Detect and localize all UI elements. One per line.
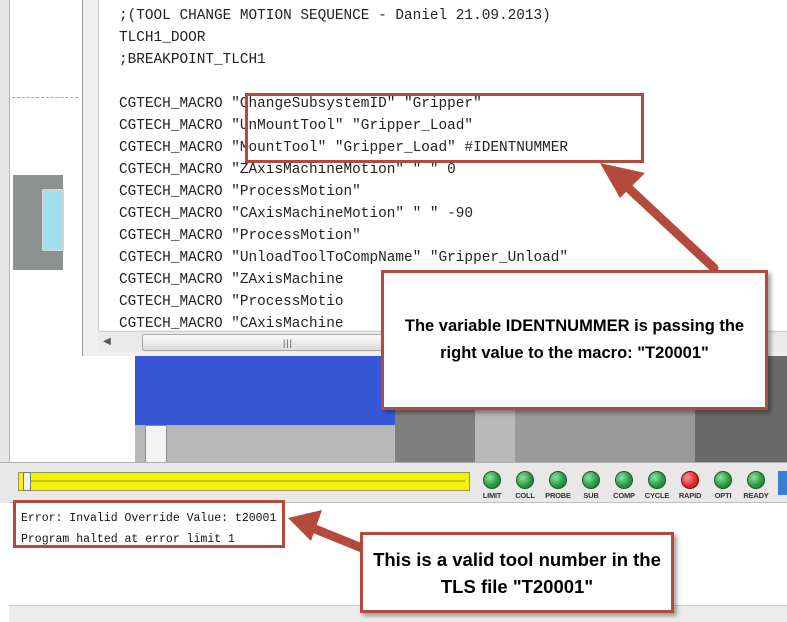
led-limit[interactable]: LIMIT	[476, 471, 508, 500]
slider-handle[interactable]	[23, 472, 31, 491]
led-label: LIMIT	[482, 491, 502, 500]
led-bulb-icon	[648, 471, 666, 489]
led-bulb-icon	[714, 471, 732, 489]
viewport-left-scrollbar[interactable]	[0, 0, 10, 462]
variable-callout: The variable IDENTNUMMER is passing the …	[381, 270, 768, 410]
machine-part-left	[13, 175, 64, 270]
simulation-control-bar: LIMIT COLL PROBE SUB COMP CYCLE RAPID OPTI READY	[0, 462, 787, 503]
grip-icon: |||	[283, 338, 294, 348]
code-line: CGTECH_MACRO "UnloadToolToCompName" "Gri…	[119, 250, 569, 266]
scroll-left-arrow-icon[interactable]: ◀	[100, 335, 114, 349]
viewport-dashed-line	[12, 97, 78, 98]
code-line: CGTECH_MACRO "ProcessMotion"	[119, 228, 361, 244]
led-bulb-icon	[615, 471, 633, 489]
led-label: OPTI	[714, 491, 732, 500]
code-line: CGTECH_MACRO "ProcessMotion"	[119, 184, 361, 200]
variable-callout-text: The variable IDENTNUMMER is passing the …	[404, 317, 745, 362]
led-ready[interactable]: READY	[740, 471, 772, 500]
machine-window-panel	[42, 189, 64, 251]
led-sub[interactable]: SUB	[575, 471, 607, 500]
led-cycle[interactable]: CYCLE	[641, 471, 673, 500]
slider-track	[25, 480, 465, 482]
led-bulb-icon	[681, 471, 699, 489]
led-label: SUB	[583, 491, 599, 500]
tool-number-callout: This is a valid tool number in the TLS f…	[360, 532, 674, 613]
led-bulb-icon	[483, 471, 501, 489]
led-label: COLL	[515, 491, 535, 500]
led-label: RAPID	[678, 491, 702, 500]
led-bulb-icon	[747, 471, 765, 489]
led-label: CYCLE	[644, 491, 670, 500]
tool-number-callout-text: This is a valid tool number in the TLS f…	[373, 548, 661, 597]
led-bulb-icon	[516, 471, 534, 489]
code-line: TLCH1_DOOR	[119, 30, 206, 46]
led-label: READY	[743, 491, 769, 500]
machine-table-blue	[135, 345, 395, 425]
led-label: COMP	[613, 491, 635, 500]
led-label: PROBE	[545, 491, 571, 500]
led-probe[interactable]: PROBE	[542, 471, 574, 500]
program-progress-slider[interactable]	[18, 472, 470, 491]
code-line: ;BREAKPOINT_TLCH1	[119, 52, 266, 68]
led-bulb-icon	[549, 471, 567, 489]
led-rapid[interactable]: RAPID	[674, 471, 706, 500]
code-line: ;(TOOL CHANGE MOTION SEQUENCE - Daniel 2…	[119, 8, 551, 24]
machine-white-plate	[145, 425, 167, 462]
led-bulb-icon	[582, 471, 600, 489]
error-highlight-box	[13, 500, 285, 548]
led-coll[interactable]: COLL	[509, 471, 541, 500]
macro-highlight-box	[245, 93, 644, 163]
led-comp[interactable]: COMP	[608, 471, 640, 500]
toolbar-button-edge[interactable]	[778, 471, 787, 495]
led-opti[interactable]: OPTI	[707, 471, 739, 500]
code-line: CGTECH_MACRO "CAxisMachineMotion" " " -9…	[119, 206, 474, 222]
